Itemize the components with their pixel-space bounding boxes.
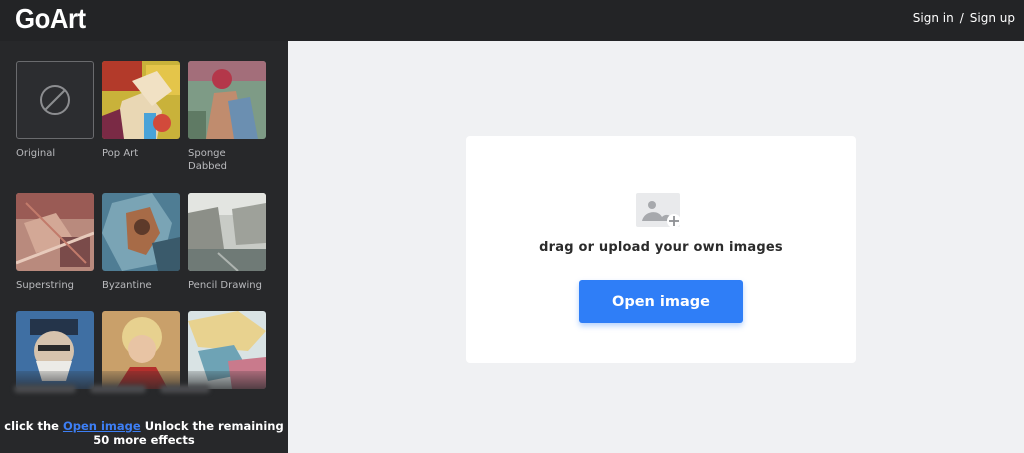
upload-instructions: drag or upload your own images <box>539 240 783 255</box>
effect-thumbnail <box>102 61 180 139</box>
auth-links: Sign in / Sign up <box>913 11 1015 25</box>
open-image-button[interactable]: Open image <box>579 280 743 323</box>
effect-pencil-drawing[interactable]: Pencil Drawing <box>188 193 266 292</box>
sign-up-link[interactable]: Sign up <box>970 11 1015 25</box>
main-area: drag or upload your own images Open imag… <box>288 41 1024 453</box>
auth-separator: / <box>959 11 964 25</box>
effect-thumbnail <box>16 193 94 271</box>
blurred-effect-labels <box>14 378 274 393</box>
effect-thumbnail <box>102 193 180 271</box>
upload-card[interactable]: drag or upload your own images Open imag… <box>466 136 856 363</box>
add-image-icon <box>636 193 681 228</box>
effect-label: Pencil Drawing <box>188 280 262 291</box>
effect-thumbnail <box>188 61 266 139</box>
effect-label: Superstring <box>16 280 75 291</box>
effects-sidebar: Original Pop Art Sponge Dabbed Superstri… <box>0 41 288 453</box>
effect-original[interactable]: Original <box>16 61 94 160</box>
effect-thumbnail <box>188 193 266 271</box>
effect-label: Sponge Dabbed <box>188 148 228 172</box>
top-bar: GoArt Sign in / Sign up <box>0 0 1024 41</box>
logo[interactable]: GoArt <box>15 3 86 35</box>
unlock-prefix: click the <box>4 419 59 433</box>
effect-thumbnail <box>16 61 94 139</box>
effect-label: Byzantine <box>102 280 152 291</box>
open-image-link[interactable]: Open image <box>63 419 141 433</box>
effect-pop-art[interactable]: Pop Art <box>102 61 180 160</box>
effect-label: Original <box>16 148 56 159</box>
effect-superstring[interactable]: Superstring <box>16 193 94 292</box>
effect-sponge-dabbed[interactable]: Sponge Dabbed <box>188 61 266 173</box>
unlock-message: click the Open image Unlock the remainin… <box>0 419 288 447</box>
effect-byzantine[interactable]: Byzantine <box>102 193 180 292</box>
effect-label: Pop Art <box>102 148 139 159</box>
sign-in-link[interactable]: Sign in <box>913 11 954 25</box>
none-icon <box>40 85 70 115</box>
